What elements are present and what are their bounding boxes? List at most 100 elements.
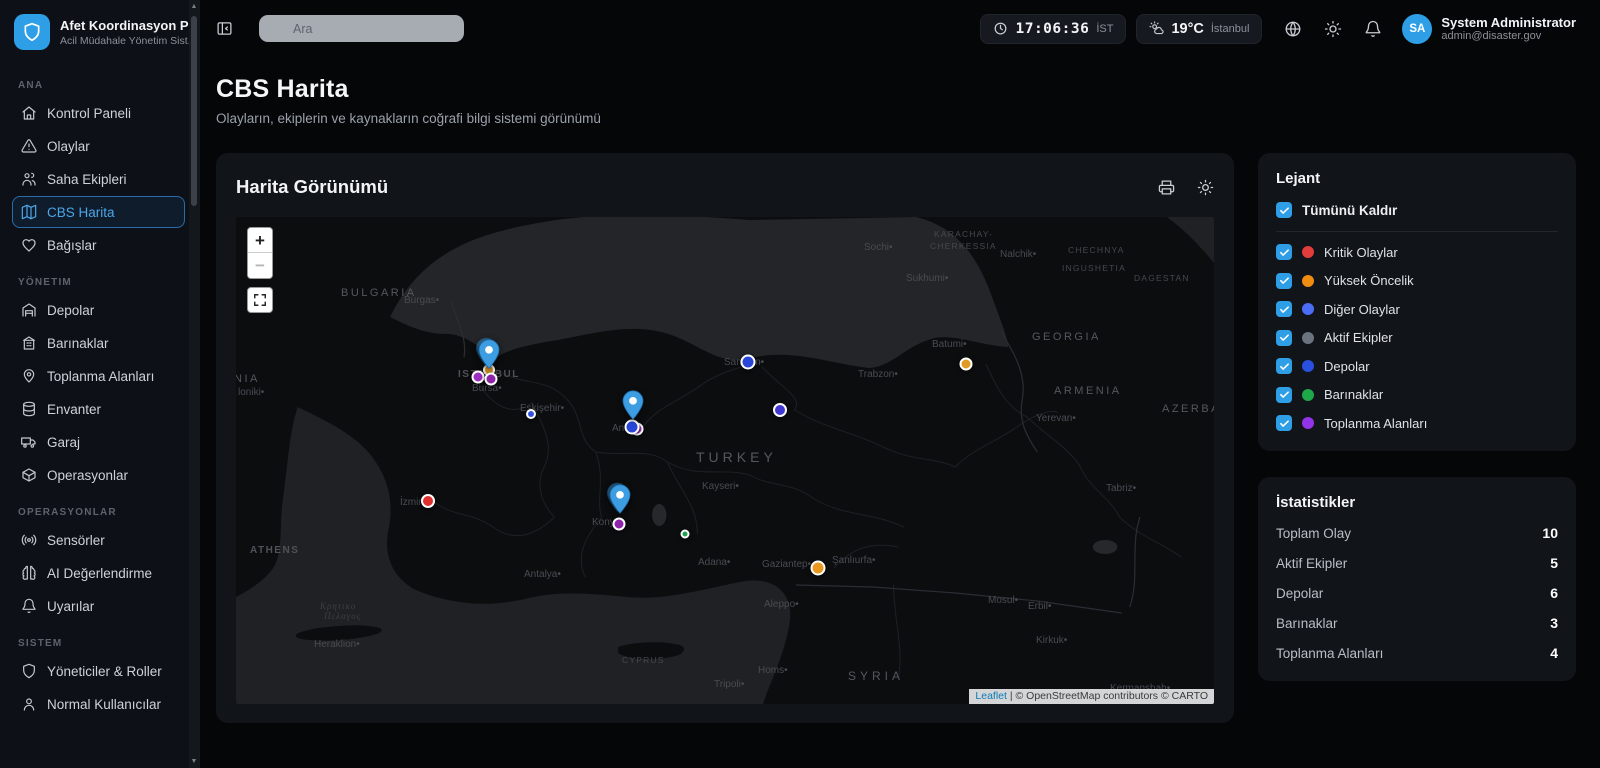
sidebar-item-normal-kullan-c-lar[interactable]: Normal Kullanıcılar [12, 688, 185, 720]
theme-toggle-button[interactable] [1324, 20, 1342, 38]
legend-checkbox[interactable] [1276, 415, 1292, 431]
legend-label: Kritik Olaylar [1324, 245, 1398, 260]
sidebar: Afet Koordinasyon Pla... Acil Müdahale Y… [0, 0, 200, 768]
users-icon [21, 171, 37, 187]
map-card: Harita Görünümü [216, 153, 1234, 723]
map-marker-circle[interactable] [741, 355, 756, 370]
legend-toggle-all-row: Tümünü Kaldır [1276, 202, 1558, 232]
map-marker-circle[interactable] [421, 494, 435, 508]
sidebar-item-envanter[interactable]: Envanter [12, 393, 185, 425]
user-icon [21, 696, 37, 712]
bell-icon [21, 598, 37, 614]
sidebar-item-label: Envanter [47, 402, 101, 417]
sidebar-item-garaj[interactable]: Garaj [12, 426, 185, 458]
check-icon [1279, 247, 1290, 258]
legend-checkbox[interactable] [1276, 301, 1292, 317]
avatar: SA [1402, 14, 1432, 44]
check-icon [1279, 332, 1290, 343]
legend-label: Yüksek Öncelik [1324, 273, 1414, 288]
sidebar-item-bar-naklar[interactable]: Barınaklar [12, 327, 185, 359]
brightness-icon [1197, 179, 1214, 196]
sidebar-scrollbar[interactable]: ▲ ▼ [189, 0, 199, 768]
stat-label: Aktif Ekipler [1276, 556, 1347, 571]
sidebar-item-sens-rler[interactable]: Sensörler [12, 524, 185, 556]
map-marker-circle[interactable] [625, 420, 640, 435]
sidebar-item-label: Olaylar [47, 139, 90, 154]
scroll-up-icon[interactable]: ▲ [189, 3, 199, 10]
sidebar-item-label: Uyarılar [47, 599, 94, 614]
search-input[interactable] [259, 15, 464, 42]
legend-checkbox[interactable] [1276, 330, 1292, 346]
clock-widget: 17:06:36 İST [980, 14, 1126, 44]
app-root: Afet Koordinasyon Pla... Acil Müdahale Y… [0, 0, 1600, 768]
legend-label: Diğer Olaylar [1324, 302, 1400, 317]
sidebar-item-kontrol-paneli[interactable]: Kontrol Paneli [12, 97, 185, 129]
sidebar-item-cbs-harita[interactable]: CBS Harita [12, 196, 185, 228]
check-icon [1279, 304, 1290, 315]
legend-checkbox[interactable] [1276, 244, 1292, 260]
leaflet-link[interactable]: Leaflet [975, 690, 1007, 702]
map-zoom-control: + − [247, 227, 273, 279]
sidebar-item-saha-ekipleri[interactable]: Saha Ekipleri [12, 163, 185, 195]
sidebar-item-ba-lar[interactable]: Bağışlar [12, 229, 185, 261]
shelter-icon [21, 335, 37, 351]
check-icon [1279, 361, 1290, 372]
map-marker-circle[interactable] [681, 530, 690, 539]
map-pin-icon [21, 368, 37, 384]
map-marker-circle[interactable] [811, 561, 826, 576]
legend-panel: Lejant Tümünü Kaldır Kritik OlaylarYükse… [1258, 153, 1576, 451]
sidebar-collapse-button[interactable] [216, 20, 233, 37]
scrollbar-thumb[interactable] [191, 16, 197, 206]
sidebar-item-toplanma-alanlar-[interactable]: Toplanma Alanları [12, 360, 185, 392]
map-theme-button[interactable] [1197, 179, 1214, 196]
sidebar-item-olaylar[interactable]: Olaylar [12, 130, 185, 162]
map-marker-circle[interactable] [526, 409, 536, 419]
legend-checkbox[interactable] [1276, 358, 1292, 374]
sidebar-item-label: Yöneticiler & Roller [47, 664, 162, 679]
user-menu[interactable]: SA System Administrator admin@disaster.g… [1402, 14, 1576, 44]
page-title: CBS Harita [216, 75, 1576, 104]
truck-icon [21, 434, 37, 450]
legend-color-dot [1302, 275, 1314, 287]
sidebar-item-label: Sensörler [47, 533, 105, 548]
map-marker-circle[interactable] [960, 358, 973, 371]
legend-row: Barınaklar [1276, 387, 1558, 403]
legend-row: Toplanma Alanları [1276, 415, 1558, 431]
sidebar-item-y-neticiler-roller[interactable]: Yöneticiler & Roller [12, 655, 185, 687]
stats-title: İstatistikler [1276, 494, 1558, 511]
sidebar-item-uyar-lar[interactable]: Uyarılar [12, 590, 185, 622]
zoom-out-button[interactable]: − [248, 253, 272, 278]
map-marker-pin[interactable] [609, 484, 631, 514]
map-marker-circle[interactable] [485, 373, 498, 386]
app-logo-row[interactable]: Afet Koordinasyon Pla... Acil Müdahale Y… [12, 12, 185, 64]
legend-checkbox[interactable] [1276, 387, 1292, 403]
notifications-button[interactable] [1364, 20, 1382, 38]
map-marker-circle[interactable] [472, 371, 485, 384]
legend-color-dot [1302, 360, 1314, 372]
map-marker-circle[interactable] [773, 403, 787, 417]
zoom-in-button[interactable]: + [248, 228, 272, 253]
map-marker-circle[interactable] [613, 518, 626, 531]
alert-triangle-icon [21, 138, 37, 154]
map-marker-pin[interactable] [478, 339, 500, 369]
toggle-all-checkbox[interactable] [1276, 202, 1292, 218]
legend-row: Yüksek Öncelik [1276, 273, 1558, 289]
stat-row: Aktif Ekipler5 [1276, 555, 1558, 571]
map-marker-pin[interactable] [622, 390, 644, 420]
panel-collapse-icon [216, 20, 233, 37]
fullscreen-button[interactable] [247, 287, 273, 313]
scroll-down-icon[interactable]: ▼ [189, 758, 199, 765]
right-column: Lejant Tümünü Kaldır Kritik OlaylarYükse… [1258, 153, 1576, 681]
box-icon [21, 467, 37, 483]
language-button[interactable] [1284, 20, 1302, 38]
legend-checkbox[interactable] [1276, 273, 1292, 289]
map-canvas[interactable]: BULGARIABurgas•Sochi•KARACHAY-CHERKESSIA… [236, 217, 1214, 704]
sidebar-item-depolar[interactable]: Depolar [12, 294, 185, 326]
print-map-button[interactable] [1158, 179, 1175, 196]
fullscreen-icon [253, 293, 267, 307]
sidebar-item-operasyonlar[interactable]: Operasyonlar [12, 459, 185, 491]
app-logo [14, 14, 50, 50]
map-card-header: Harita Görünümü [236, 169, 1214, 205]
sidebar-item-ai-de-erlendirme[interactable]: AI Değerlendirme [12, 557, 185, 589]
nav-section-label: SISTEM [18, 638, 185, 649]
